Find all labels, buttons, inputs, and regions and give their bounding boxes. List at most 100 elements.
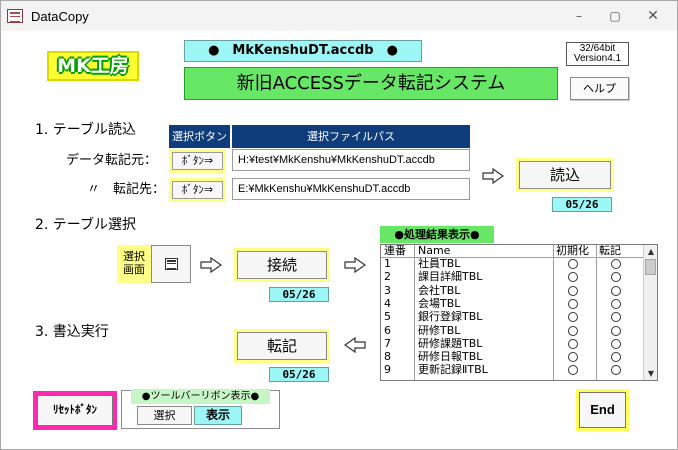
table-row[interactable]: 5 銀行登録TBL [381, 311, 643, 323]
table-row[interactable]: 3 会社TBL [381, 283, 643, 297]
init-radio[interactable] [568, 352, 578, 363]
arrow-right-icon [482, 168, 504, 184]
end-button[interactable]: End [576, 389, 629, 431]
row-name: 研修日報TBL [418, 350, 483, 364]
read-button[interactable]: 読込 [516, 158, 614, 192]
row-number: 8 [384, 350, 391, 364]
dest-label: 〃 転記先： [87, 182, 166, 197]
init-radio[interactable] [568, 338, 578, 349]
scroll-thumb[interactable] [645, 259, 656, 275]
minimize-button[interactable]: – [567, 7, 591, 25]
source-select-button[interactable]: ﾎﾞﾀﾝ⇒ [169, 149, 226, 173]
form-body: MK工房 ● MkKenshuDT.accdb ● 新旧ACCESSデータ転記シ… [9, 31, 671, 444]
init-radio[interactable] [568, 365, 578, 376]
connect-button[interactable]: 接続 [234, 248, 330, 282]
row-name: 研修TBL [418, 323, 461, 337]
init-radio[interactable] [568, 285, 578, 296]
row-number: 1 [384, 257, 391, 270]
transfer-radio[interactable] [611, 325, 621, 336]
transfer-radio[interactable] [611, 338, 621, 349]
source-path-field[interactable]: H:¥test¥MkKenshu¥MkKenshuDT.accdb [232, 149, 470, 171]
scroll-down-icon[interactable]: ▼ [644, 367, 657, 380]
row-number: 6 [384, 323, 391, 337]
select-button-header: 選択ボタン [169, 125, 230, 148]
results-list[interactable]: 連番 Name 初期化 転記 1 社員TBL 2 課目詳細TBL 3 会社TBL 4 会場TB… [380, 244, 658, 381]
section-read-title: 1. テーブル読込 [35, 122, 136, 138]
window-title: DataCopy [31, 9, 89, 24]
row-number: 7 [384, 336, 391, 350]
table-row[interactable]: 6 研修TBL [381, 323, 643, 337]
row-name: 銀行登録TBL [418, 310, 483, 324]
transfer-radio[interactable] [611, 272, 621, 283]
results-header-row: 連番 Name 初期化 転記 [381, 245, 643, 257]
column-header-name: Name [418, 244, 451, 257]
row-number: 9 [384, 363, 391, 377]
row-name: 更新記録ⅡTBL [418, 363, 488, 377]
file-path-header: 選択ファイルパス [232, 125, 470, 148]
row-name: 課目詳細TBL [418, 270, 483, 284]
transfer-button[interactable]: 転記 [234, 329, 330, 363]
init-radio[interactable] [568, 325, 578, 336]
column-header-transfer: 転記 [599, 244, 621, 257]
row-name: 研修課題TBL [418, 336, 483, 350]
screen-select-group: 選択 画面 [117, 245, 191, 283]
table-row[interactable]: 7 研修課題TBL [381, 336, 643, 350]
dest-path-field[interactable]: E:¥MkKenshu¥MkKenshuDT.accdb [232, 178, 470, 200]
screen-select-button[interactable] [151, 245, 191, 283]
system-name-label: 新旧ACCESSデータ転記システム [184, 67, 558, 100]
source-label: データ転記元： [66, 153, 158, 168]
row-number: 3 [384, 283, 391, 297]
transfer-radio[interactable] [611, 285, 621, 296]
table-row[interactable]: 1 社員TBL [381, 258, 643, 270]
table-row[interactable]: 4 会場TBL [381, 296, 643, 310]
init-radio[interactable] [568, 259, 578, 269]
transfer-date: 05/26 [269, 367, 329, 382]
ribbon-title: ●ツールバーリボン表示● [131, 389, 270, 404]
transfer-radio[interactable] [611, 298, 621, 309]
logo: MK工房 [47, 51, 139, 81]
arrow-left-icon [344, 337, 366, 353]
row-name: 社員TBL [418, 257, 461, 270]
transfer-radio[interactable] [611, 312, 621, 323]
row-number: 4 [384, 296, 391, 310]
row-name: 会場TBL [418, 296, 461, 310]
help-button[interactable]: ヘルプ [570, 77, 629, 100]
screen-select-label-line: 選択 [123, 250, 145, 263]
table-row[interactable]: 2 課目詳細TBL [381, 271, 643, 283]
section-select-title: 2. テーブル選択 [35, 217, 136, 233]
row-name: 会社TBL [418, 283, 461, 297]
scroll-up-icon[interactable]: ▲ [644, 245, 657, 258]
read-date: 05/26 [552, 197, 612, 212]
app-window: DataCopy – ▢ ✕ MK工房 ● MkKenshuDT.accdb ●… [0, 0, 678, 450]
title-bar[interactable]: DataCopy – ▢ ✕ [1, 1, 677, 31]
results-grid: 連番 Name 初期化 転記 1 社員TBL 2 課目詳細TBL 3 会社TBL 4 会場TB… [381, 245, 643, 380]
row-number: 5 [384, 310, 391, 324]
column-header-init: 初期化 [556, 244, 589, 257]
transfer-radio[interactable] [611, 352, 621, 363]
transfer-radio[interactable] [611, 365, 621, 376]
transfer-radio[interactable] [611, 259, 621, 269]
table-row[interactable]: 9 更新記録ⅡTBL [381, 364, 643, 376]
screen-select-label: 選択 画面 [117, 245, 151, 283]
column-header-no: 連番 [384, 244, 406, 257]
version-number: Version4.1 [573, 53, 622, 64]
screen-select-label-line: 画面 [123, 263, 145, 276]
close-button[interactable]: ✕ [641, 7, 665, 25]
arrow-right-icon [200, 257, 222, 273]
init-radio[interactable] [568, 298, 578, 309]
ribbon-show-button[interactable]: 表示 [194, 406, 242, 425]
ribbon-select-button[interactable]: 選択 [137, 406, 192, 425]
results-title: ●処理結果表示● [380, 226, 494, 243]
init-radio[interactable] [568, 272, 578, 283]
dest-select-button[interactable]: ﾎﾞﾀﾝ⇒ [169, 178, 226, 202]
row-number: 2 [384, 270, 391, 284]
init-radio[interactable] [568, 312, 578, 323]
connect-date: 05/26 [269, 287, 329, 302]
form-icon [165, 258, 178, 270]
section-write-title: 3. 書込実行 [35, 324, 109, 340]
form-icon [7, 9, 23, 23]
reset-button[interactable]: ﾘｾｯﾄﾎﾞﾀﾝ [33, 391, 117, 430]
results-scrollbar[interactable]: ▲ ▼ [643, 245, 657, 380]
maximize-button[interactable]: ▢ [603, 7, 627, 25]
table-row[interactable]: 8 研修日報TBL [381, 351, 643, 363]
